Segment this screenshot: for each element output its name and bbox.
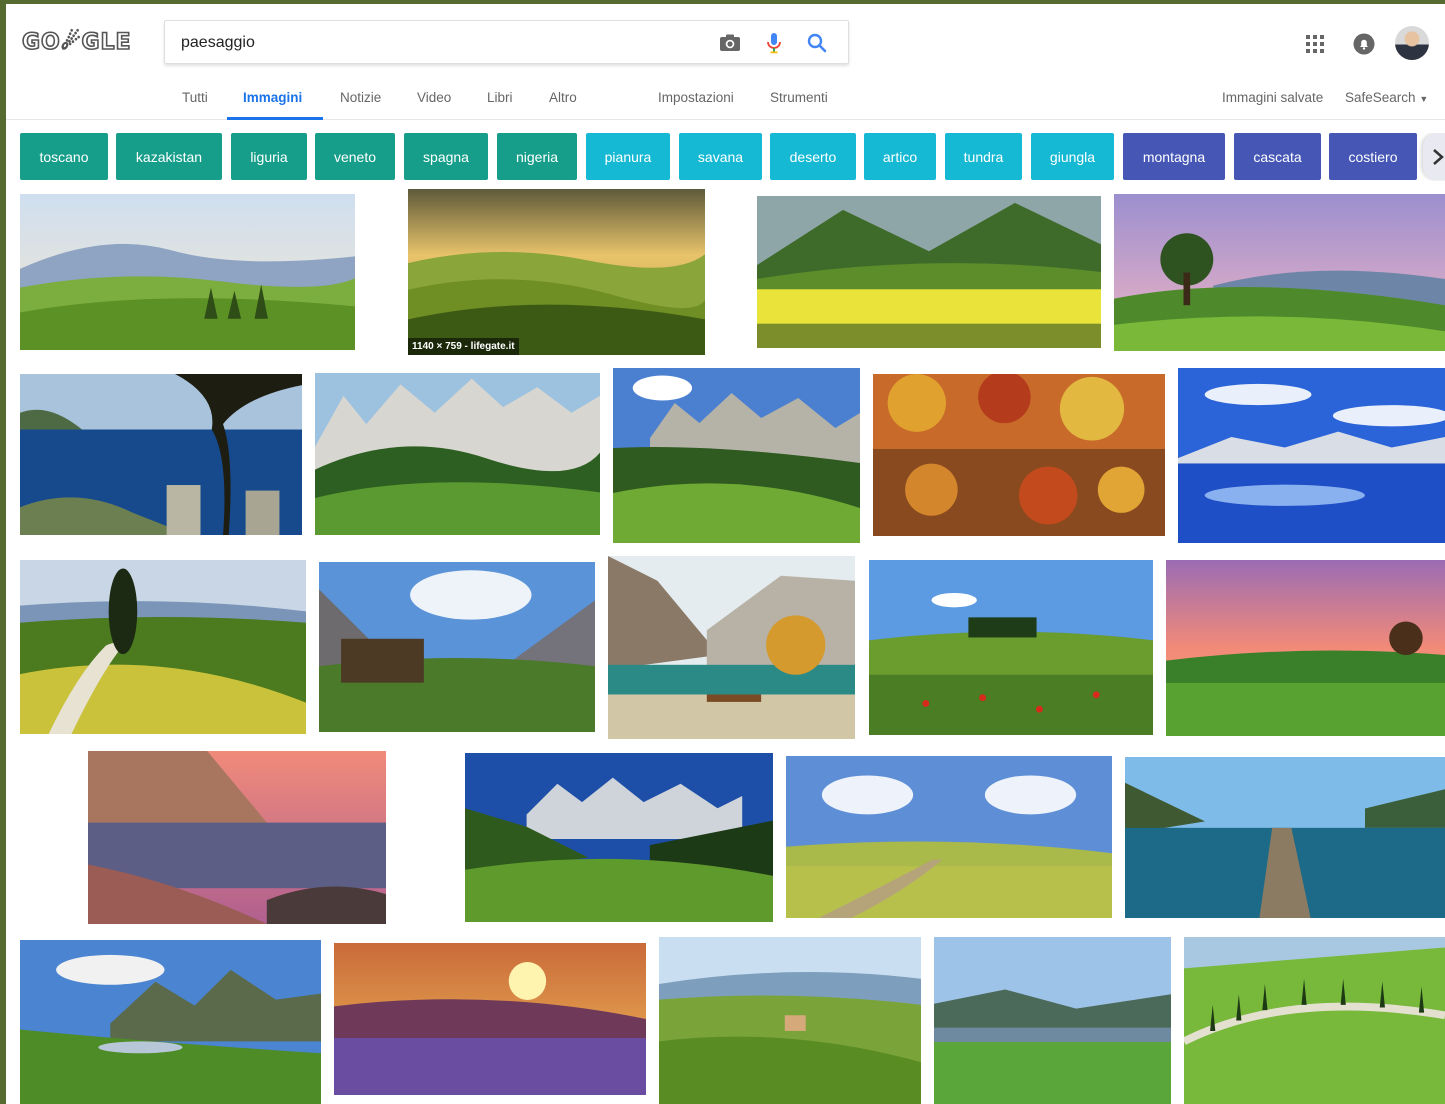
image-result[interactable] <box>20 940 321 1104</box>
image-result[interactable] <box>757 196 1101 348</box>
image-result[interactable] <box>319 562 595 732</box>
image-caption: 1140 × 759 - lifegate.it <box>408 338 519 355</box>
search-tabs: Tutti Immagini Notizie Video Libri Altro… <box>6 82 1445 120</box>
search-input[interactable] <box>181 32 701 54</box>
chip-montagna[interactable]: montagna <box>1123 133 1225 180</box>
chip-pianura[interactable]: pianura <box>586 133 670 180</box>
chip-cascata[interactable]: cascata <box>1234 133 1321 180</box>
safesearch-menu[interactable]: SafeSearch ▼ <box>1345 90 1428 105</box>
notifications-icon[interactable] <box>1352 32 1376 56</box>
chip-liguria[interactable]: liguria <box>231 133 307 180</box>
chevron-right-icon[interactable] <box>1423 133 1445 180</box>
chip-costiero[interactable]: costiero <box>1329 133 1417 180</box>
image-result[interactable] <box>88 751 386 924</box>
image-result[interactable] <box>873 374 1165 536</box>
google-logo[interactable]: GO☄GLE <box>21 29 132 56</box>
image-result[interactable] <box>934 937 1171 1104</box>
tab-strumenti[interactable]: Strumenti <box>770 90 828 105</box>
tab-impostazioni[interactable]: Impostazioni <box>658 90 734 105</box>
image-result[interactable] <box>20 374 302 535</box>
image-result[interactable] <box>1166 560 1445 736</box>
image-result[interactable] <box>1184 937 1445 1104</box>
chip-tundra[interactable]: tundra <box>945 133 1022 180</box>
image-result[interactable] <box>1114 194 1445 351</box>
tab-libri[interactable]: Libri <box>487 90 513 105</box>
chip-artico[interactable]: artico <box>864 133 936 180</box>
chevron-down-icon: ▼ <box>1419 94 1429 104</box>
chip-kazakistan[interactable]: kazakistan <box>116 133 222 180</box>
microphone-icon[interactable] <box>762 31 786 55</box>
search-box <box>164 20 849 64</box>
tab-notizie[interactable]: Notizie <box>340 90 381 105</box>
chip-spagna[interactable]: spagna <box>404 133 488 180</box>
image-result[interactable] <box>786 756 1112 918</box>
related-searches-bar: toscano kazakistan liguria veneto spagna… <box>20 133 1445 181</box>
chip-deserto[interactable]: deserto <box>770 133 856 180</box>
chip-toscano[interactable]: toscano <box>20 133 108 180</box>
window-frame-left <box>0 0 6 1104</box>
image-result[interactable] <box>613 368 860 543</box>
image-result[interactable] <box>1125 757 1445 918</box>
chip-giungla[interactable]: giungla <box>1031 133 1114 180</box>
image-result[interactable] <box>869 560 1153 735</box>
safesearch-label: SafeSearch <box>1345 90 1416 105</box>
image-result[interactable] <box>608 556 855 739</box>
avatar[interactable] <box>1395 26 1429 60</box>
active-tab-indicator <box>227 117 323 120</box>
chip-nigeria[interactable]: nigeria <box>497 133 577 180</box>
image-result[interactable]: 1140 × 759 - lifegate.it <box>408 189 705 355</box>
apps-grid-icon[interactable] <box>1303 32 1327 56</box>
image-result[interactable] <box>334 943 646 1095</box>
tab-immagini[interactable]: Immagini <box>243 90 302 105</box>
saved-images-link[interactable]: Immagini salvate <box>1222 90 1323 105</box>
camera-icon[interactable] <box>718 31 742 55</box>
tab-video[interactable]: Video <box>417 90 451 105</box>
chip-veneto[interactable]: veneto <box>315 133 395 180</box>
image-result[interactable] <box>20 560 306 734</box>
image-result[interactable] <box>659 937 921 1104</box>
image-result[interactable] <box>465 753 773 922</box>
image-result[interactable] <box>1178 368 1445 543</box>
search-icon[interactable] <box>805 31 829 55</box>
chip-savana[interactable]: savana <box>679 133 762 180</box>
image-result[interactable] <box>315 373 600 535</box>
image-result[interactable] <box>20 194 355 350</box>
header: GO☄GLE Tutti Immagini Notizie Video Libr… <box>6 4 1445 120</box>
tab-tutti[interactable]: Tutti <box>182 90 208 105</box>
tab-altro[interactable]: Altro <box>549 90 577 105</box>
